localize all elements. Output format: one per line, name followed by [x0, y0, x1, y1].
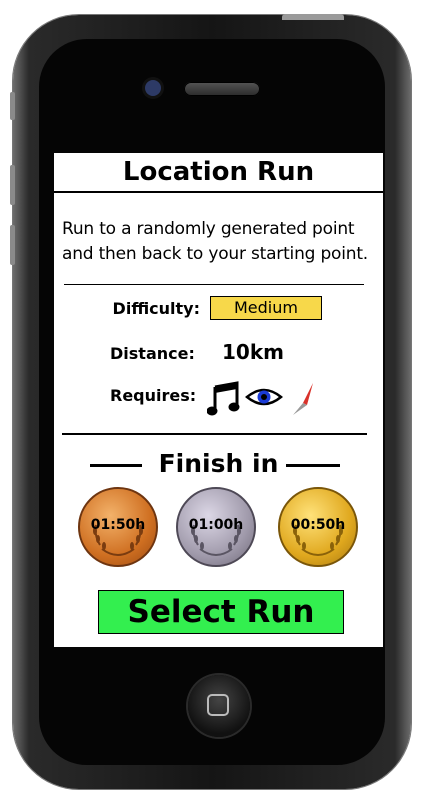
app-screen: Location Run Run to a randomly generated…	[54, 153, 383, 647]
gold-time: 00:50h	[290, 517, 346, 533]
volume-down-button	[10, 225, 15, 265]
compass-needle-icon	[293, 383, 313, 415]
silver-medal: 01:00h	[176, 487, 256, 567]
silver-time: 01:00h	[188, 517, 244, 533]
select-run-button[interactable]: Select Run	[98, 590, 344, 634]
run-description: Run to a randomly generated point and th…	[62, 217, 382, 267]
home-square-icon	[207, 694, 229, 716]
difficulty-badge: Medium	[210, 296, 322, 320]
difficulty-label: Difficulty:	[112, 299, 200, 318]
distance-label: Distance:	[110, 344, 195, 363]
requires-label: Requires:	[110, 386, 197, 405]
home-button[interactable]	[188, 675, 250, 737]
front-camera	[145, 80, 161, 96]
volume-up-button	[10, 165, 15, 205]
eye-icon	[245, 388, 283, 406]
bronze-time: 01:50h	[90, 517, 146, 533]
heading-line-right	[286, 464, 340, 467]
distance-value: 10km	[222, 340, 284, 364]
requirements-icons	[206, 381, 327, 417]
description-line-2: and then back to your starting point.	[62, 244, 369, 264]
music-note-icon	[206, 381, 240, 416]
power-button	[282, 14, 344, 20]
page-title: Location Run	[54, 153, 383, 193]
description-line-1: Run to a randomly generated point	[62, 219, 355, 239]
mute-switch	[10, 92, 15, 120]
gold-medal: 00:50h	[278, 487, 358, 567]
bronze-medal: 01:50h	[78, 487, 158, 567]
divider	[64, 284, 364, 285]
section-divider	[62, 433, 367, 435]
earpiece-speaker	[184, 82, 260, 96]
